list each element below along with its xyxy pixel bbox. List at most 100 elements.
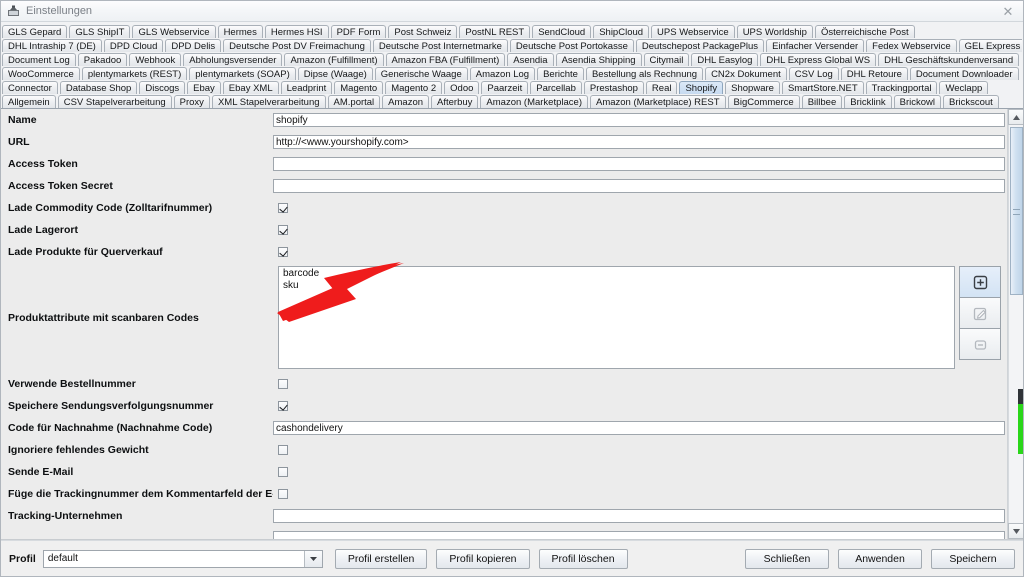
scroll-down-icon[interactable]	[1008, 523, 1023, 539]
tab-gel-express[interactable]: GEL Express	[958, 39, 1022, 52]
tab-amazon-marketplace-rest[interactable]: Amazon (Marketplace) REST	[589, 95, 726, 108]
tab-woocommerce[interactable]: WooCommerce	[2, 67, 80, 80]
tab-shipcloud[interactable]: ShipCloud	[593, 25, 650, 38]
input-access-token-secret[interactable]	[273, 179, 1005, 193]
checkbox-verwende-bestellnummer[interactable]	[278, 379, 288, 389]
tab-sendcloud[interactable]: SendCloud	[532, 25, 592, 38]
tab-paarzeit[interactable]: Paarzeit	[481, 81, 529, 94]
tab-trackingportal[interactable]: Trackingportal	[865, 81, 938, 94]
tab-pdf-form[interactable]: PDF Form	[330, 25, 387, 38]
tab-discogs[interactable]: Discogs	[139, 81, 186, 94]
tab-generische-waage[interactable]: Generische Waage	[374, 67, 468, 80]
tab-ups-worldship[interactable]: UPS Worldship	[736, 25, 813, 38]
product-attributes-list[interactable]: barcode sku	[278, 266, 955, 369]
add-icon[interactable]	[959, 266, 1001, 298]
tab-xml-stapelverarbeitung[interactable]: XML Stapelverarbeitung	[211, 95, 326, 108]
checkbox-lade-lagerort[interactable]	[278, 225, 288, 235]
tab-csv-log[interactable]: CSV Log	[788, 67, 839, 80]
tab-billbee[interactable]: Billbee	[801, 95, 843, 108]
tab-amazon-fba-fulfillment[interactable]: Amazon FBA (Fulfillment)	[385, 53, 506, 66]
tab-amazon-log[interactable]: Amazon Log	[469, 67, 536, 80]
tab-dpd-delis[interactable]: DPD Delis	[165, 39, 222, 52]
vertical-scrollbar[interactable]	[1007, 109, 1023, 539]
close-icon[interactable]: ✕	[995, 2, 1021, 21]
tab-shopware[interactable]: Shopware	[725, 81, 780, 94]
tab-parcellab[interactable]: Parcellab	[530, 81, 582, 94]
tab-hermes[interactable]: Hermes	[217, 25, 263, 38]
checkbox-speichere-sendungsverfolgungsnummer[interactable]	[278, 401, 288, 411]
input-field[interactable]	[273, 531, 1005, 539]
tab-leadprint[interactable]: Leadprint	[280, 81, 333, 94]
input-url[interactable]	[273, 135, 1005, 149]
tab-brickscout[interactable]: Brickscout	[943, 95, 999, 108]
tab-cn2x-dokument[interactable]: CN2x Dokument	[705, 67, 787, 80]
tab-bricklink[interactable]: Bricklink	[844, 95, 892, 108]
input-access-token[interactable]	[273, 157, 1005, 171]
tab-database-shop[interactable]: Database Shop	[59, 81, 138, 94]
tab-berichte[interactable]: Berichte	[537, 67, 584, 80]
tab-allgemein[interactable]: Allgemein	[2, 95, 56, 108]
tab-deutsche-post-internetmarke[interactable]: Deutsche Post Internetmarke	[372, 39, 508, 52]
tab-sterreichische-post[interactable]: Österreichische Post	[814, 25, 915, 38]
checkbox-fuege-die-trackingnummer-dem-kommentarfeld-der-e-mail-hinzu[interactable]	[278, 489, 288, 499]
tab-amazon-marketplace[interactable]: Amazon (Marketplace)	[480, 95, 588, 108]
tab-webhook[interactable]: Webhook	[129, 53, 182, 66]
tab-asendia[interactable]: Asendia	[507, 53, 554, 66]
remove-icon[interactable]	[959, 328, 1001, 360]
chevron-down-icon[interactable]	[303, 550, 322, 567]
tab-document-log[interactable]: Document Log	[2, 53, 76, 66]
edit-icon[interactable]	[959, 297, 1001, 329]
tab-deutsche-post-dv-freimachung[interactable]: Deutsche Post DV Freimachung	[223, 39, 371, 52]
tab-plentymarkets-soap[interactable]: plentymarkets (SOAP)	[189, 67, 296, 80]
tab-dpd-cloud[interactable]: DPD Cloud	[103, 39, 164, 52]
checkbox-sende-e-mail[interactable]	[278, 467, 288, 477]
tab-weclapp[interactable]: Weclapp	[939, 81, 989, 94]
checkbox-lade-produkte-fuer-querverkauf[interactable]	[278, 247, 288, 257]
input-name[interactable]	[273, 113, 1005, 127]
list-item[interactable]: barcode	[281, 268, 954, 280]
tab-dhl-express-global-ws[interactable]: DHL Express Global WS	[760, 53, 877, 66]
tab-deutsche-post-portokasse[interactable]: Deutsche Post Portokasse	[509, 39, 634, 52]
tab-dipse-waage[interactable]: Dipse (Waage)	[297, 67, 373, 80]
tab-bigcommerce[interactable]: BigCommerce	[727, 95, 800, 108]
tab-afterbuy[interactable]: Afterbuy	[431, 95, 479, 108]
tab-document-downloader[interactable]: Document Downloader	[909, 67, 1019, 80]
tab-am-portal[interactable]: AM.portal	[327, 95, 381, 108]
tab-dhl-intraship-7-de[interactable]: DHL Intraship 7 (DE)	[2, 39, 102, 52]
tab-bestellung-als-rechnung[interactable]: Bestellung als Rechnung	[585, 67, 704, 80]
save-button[interactable]: Speichern	[931, 548, 1015, 569]
tab-proxy[interactable]: Proxy	[173, 95, 210, 108]
tab-citymail[interactable]: Citymail	[643, 53, 690, 66]
profile-select[interactable]: default	[42, 549, 323, 568]
scrollbar-thumb[interactable]	[1010, 127, 1023, 295]
tab-ups-webservice[interactable]: UPS Webservice	[651, 25, 735, 38]
apply-button[interactable]: Anwenden	[838, 548, 922, 569]
close-button[interactable]: Schließen	[745, 548, 829, 569]
tab-fedex-webservice[interactable]: Fedex Webservice	[866, 39, 957, 52]
tab-hermes-hsi[interactable]: Hermes HSI	[264, 25, 329, 38]
tab-brickowl[interactable]: Brickowl	[893, 95, 941, 108]
tab-connector[interactable]: Connector	[2, 81, 58, 94]
input-code-fuer-nachnahme-nachnahme-code[interactable]	[273, 421, 1005, 435]
scrollbar-track[interactable]	[1008, 125, 1023, 523]
tab-csv-stapelverarbeitung[interactable]: CSV Stapelverarbeitung	[57, 95, 172, 108]
tab-ebay[interactable]: Ebay	[187, 81, 221, 94]
tab-amazon-fulfillment[interactable]: Amazon (Fulfillment)	[284, 53, 384, 66]
tab-gls-shipit[interactable]: GLS ShipIT	[69, 25, 131, 38]
tab-magento-2[interactable]: Magento 2	[385, 81, 443, 94]
tab-post-schweiz[interactable]: Post Schweiz	[388, 25, 458, 38]
scroll-up-icon[interactable]	[1008, 109, 1023, 125]
list-item[interactable]: sku	[281, 280, 954, 292]
tab-abholungsversender[interactable]: Abholungsversender	[183, 53, 283, 66]
tab-dhl-gesch-ftskundenversand[interactable]: DHL Geschäftskundenversand	[878, 53, 1020, 66]
input-tracking-unternehmen[interactable]	[273, 509, 1005, 523]
tab-magento[interactable]: Magento	[334, 81, 384, 94]
tab-gls-gepard[interactable]: GLS Gepard	[2, 25, 68, 38]
tab-prestashop[interactable]: Prestashop	[583, 81, 644, 94]
tab-deutschepost-packageplus[interactable]: Deutschepost PackagePlus	[635, 39, 765, 52]
tab-einfacher-versender[interactable]: Einfacher Versender	[766, 39, 865, 52]
tab-smartstore-net[interactable]: SmartStore.NET	[781, 81, 864, 94]
checkbox-lade-commodity-code-zolltarifnummer[interactable]	[278, 203, 288, 213]
tab-real[interactable]: Real	[645, 81, 678, 94]
tab-shopify[interactable]: Shopify	[679, 81, 724, 94]
